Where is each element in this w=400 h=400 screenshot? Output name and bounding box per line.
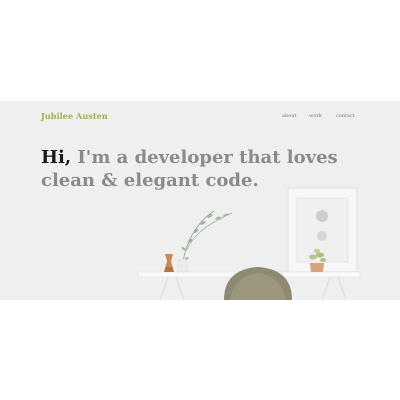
- headline-line-1: I'm a developer that loves: [71, 147, 338, 168]
- nav-link-contact[interactable]: contact: [336, 113, 355, 119]
- hero-background-photo: [137, 187, 361, 300]
- copper-vase: [164, 254, 174, 272]
- hero-section: Jubilee Austen about work contact Hi, I'…: [0, 101, 400, 300]
- plant-branch: [177, 210, 233, 273]
- headline-greeting: Hi,: [41, 147, 72, 168]
- headline-line-2: clean & elegant code.: [41, 170, 259, 191]
- nav-link-about[interactable]: about: [282, 113, 296, 119]
- hero-headline: Hi, I'm a developer that loves clean & el…: [41, 146, 371, 192]
- nav-link-work[interactable]: work: [309, 113, 322, 119]
- brand-logo[interactable]: Jubilee Austen: [41, 111, 108, 121]
